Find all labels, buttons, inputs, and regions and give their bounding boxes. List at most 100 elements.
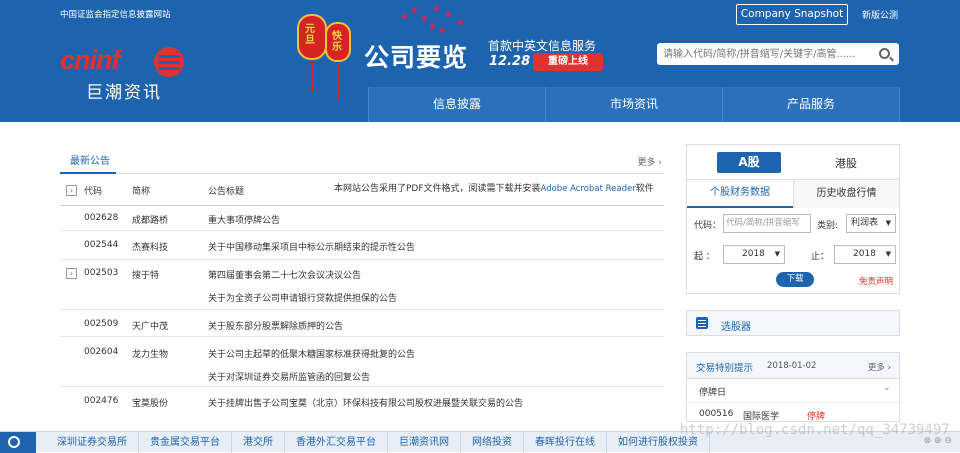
table-row: › 002503 搜于特 第四届董事会第二十七次会议决议公告 关于为全资子公司申… [60, 260, 664, 310]
row-title[interactable]: 第四届董事会第二十七次会议决议公告 [208, 268, 361, 281]
col-name: 简称 [132, 187, 151, 197]
search-icon[interactable] [0, 432, 36, 453]
company-snapshot-button[interactable]: Company Snapshot [736, 4, 848, 25]
table-row: 002604 龙力生物 关于公司主起草的低聚木糖国家标准获得批复的公告 关于对深… [60, 337, 664, 387]
filter-icon [696, 317, 708, 329]
row-name[interactable]: 杰赛科技 [132, 240, 168, 253]
type-select[interactable]: 利润表 ▼ [846, 214, 896, 233]
row-code: 002544 [84, 240, 119, 250]
announcement-list: 002628 成都路桥 重大事项停牌公告 002544 杰赛科技 关于中国移动集… [60, 206, 664, 415]
trading-notice-date: 2018-01-02 [767, 361, 817, 371]
row-name[interactable]: 天广中茂 [132, 319, 168, 332]
row-title[interactable]: 关于挂牌出售子公司宝莫（北京）环保科技有限公司股权进展暨关联交易的公告 [208, 396, 523, 409]
tab-a-shares[interactable]: A股 [717, 152, 781, 173]
logo-wordmark: cninf [60, 45, 120, 75]
code-input[interactable]: 代码/简称/拼音缩写 [723, 214, 811, 233]
right-sidebar: A股 港股 个股财务数据 历史收盘行情 代码： 代码/简称/拼音缩写 类别: 利… [686, 144, 900, 422]
finance-subtabs: 个股财务数据 历史收盘行情 [687, 179, 899, 208]
footer-links: 深圳证券交易所 贵金属交易平台 港交所 香港外汇交易平台 巨潮资讯网 网络投资 … [46, 432, 710, 453]
suspend-date-select[interactable]: 停牌日 ⌄ [687, 379, 899, 403]
plum-blossom-decoration [400, 4, 470, 34]
row-code: 002628 [84, 213, 119, 223]
beta-link[interactable]: 新版公测 [862, 8, 898, 21]
row-title[interactable]: 关于股东部分股票解除质押的公告 [208, 319, 343, 332]
trading-notice-box: 交易特别提示 2018-01-02 更多 › 停牌日 ⌄ 000516 国际医学… [686, 352, 900, 422]
footer-link[interactable]: 贵金属交易平台 [139, 432, 232, 453]
chevron-down-icon: ⌄ [883, 383, 891, 393]
table-row: 002509 天广中茂 关于股东部分股票解除质押的公告 [60, 310, 664, 337]
table-header: › 代码 简称 公告标题 本网站公告采用了PDF文件格式，阅读需下载并安装Ado… [60, 174, 664, 206]
cninfo-logo[interactable]: cninf 巨潮资讯 [58, 45, 188, 103]
chevron-down-icon: ▼ [885, 250, 891, 258]
watermark: http://blog.csdn.net/qq_34739497 [680, 422, 950, 438]
announcements-more-link[interactable]: 更多 › [638, 155, 662, 168]
from-year-select[interactable]: 2018 ▼ [723, 245, 785, 264]
nav-products[interactable]: 产品服务 [722, 87, 900, 122]
announcements-panel: 最新公告 更多 › › 代码 简称 公告标题 本网站公告采用了PDF文件格式，阅… [60, 146, 664, 415]
notice-code: 000516 [699, 409, 734, 419]
code-label: 代码： [694, 221, 722, 231]
search-box [657, 43, 899, 65]
logo-chinese: 巨潮资讯 [86, 83, 162, 103]
tab-stock-financials[interactable]: 个股财务数据 [687, 180, 793, 208]
suspend-label: 停牌日 [699, 388, 727, 398]
to-year-select[interactable]: 2018 ▼ [834, 245, 896, 264]
download-button[interactable]: 下载 [776, 272, 814, 287]
tab-latest-announcements[interactable]: 最新公告 [60, 152, 116, 174]
logo-globe-icon [154, 47, 184, 77]
banner-date: 12.28 [489, 54, 531, 69]
banner-title[interactable]: 公司要览 [364, 38, 468, 74]
type-label: 类别: [817, 221, 839, 231]
search-icon[interactable] [879, 48, 890, 59]
expand-icon[interactable]: › [66, 185, 77, 196]
row-name[interactable]: 宝莫股份 [132, 396, 168, 409]
nav-disclosure[interactable]: 信息披露 [368, 87, 545, 122]
banner-badge[interactable]: 重磅上线 [533, 53, 603, 71]
from-label: 起 ： [694, 252, 715, 262]
row-code: 002476 [84, 396, 119, 406]
footer-link[interactable]: 巨潮资讯网 [388, 432, 461, 453]
stock-screener-label[interactable]: 选股器 [721, 318, 751, 333]
notice-name[interactable]: 国际医学 [743, 409, 779, 422]
chevron-down-icon: ▼ [774, 250, 780, 258]
acrobat-link[interactable]: Adobe Acrobat Reader [541, 184, 636, 194]
lantern-text-2: 快乐 [332, 31, 342, 53]
row-title[interactable]: 关于对深圳证券交易所监管函的回复公告 [208, 370, 370, 383]
footer-link[interactable]: 深圳证券交易所 [46, 432, 139, 453]
to-label: 止： [811, 252, 830, 262]
col-title: 公告标题 [208, 187, 245, 197]
table-row: 002476 宝莫股份 关于挂牌出售子公司宝莫（北京）环保科技有限公司股权进展暨… [60, 387, 664, 415]
tab-hk-shares[interactable]: 港股 [835, 155, 857, 171]
lantern-decoration: 元旦 快乐 [295, 4, 355, 104]
row-title[interactable]: 关于公司主起草的低聚木糖国家标准获得批复的公告 [208, 347, 415, 360]
row-name[interactable]: 成都路桥 [132, 213, 168, 226]
table-row: 002628 成都路桥 重大事项停牌公告 [60, 206, 664, 231]
site-header: 中国证监会指定信息披露网站 Company Snapshot 新版公测 cnin… [0, 0, 960, 122]
footer-link[interactable]: 网络投资 [461, 432, 524, 453]
row-code: 002503 [84, 268, 119, 278]
trading-notice-title[interactable]: 交易特别提示 [696, 360, 753, 374]
trading-notice-header: 交易特别提示 2018-01-02 更多 › [687, 353, 899, 379]
tab-historical-quotes[interactable]: 历史收盘行情 [793, 180, 899, 208]
disclaimer-link[interactable]: 免责声明 [859, 275, 893, 287]
search-input[interactable] [663, 46, 873, 62]
row-title[interactable]: 关于中国移动集采项目中标公示期结束的提示性公告 [208, 240, 415, 253]
notice-status: 停牌 [807, 412, 826, 422]
expand-icon[interactable]: › [66, 268, 77, 279]
row-name[interactable]: 龙力生物 [132, 347, 168, 360]
row-title[interactable]: 关于为全资子公司申请银行贷款提供担保的公告 [208, 291, 397, 304]
banner-tagline: 首款中英文信息服务 [488, 39, 597, 53]
footer-link[interactable]: 春晖投行在线 [524, 432, 607, 453]
row-name[interactable]: 搜于特 [132, 268, 159, 281]
col-code: 代码 [84, 187, 103, 197]
row-code: 002604 [84, 347, 119, 357]
row-code: 002509 [84, 319, 119, 329]
footer-link[interactable]: 香港外汇交易平台 [285, 432, 388, 453]
stock-screener-box[interactable]: 选股器 [686, 310, 900, 336]
nav-market-news[interactable]: 市场资讯 [545, 87, 722, 122]
finance-data-box: A股 港股 个股财务数据 历史收盘行情 代码： 代码/简称/拼音缩写 类别: 利… [686, 144, 900, 294]
row-title[interactable]: 重大事项停牌公告 [208, 213, 280, 226]
footer-link[interactable]: 港交所 [232, 432, 285, 453]
site-slogan: 中国证监会指定信息披露网站 [60, 10, 171, 20]
trading-notice-more[interactable]: 更多 › [868, 361, 891, 373]
